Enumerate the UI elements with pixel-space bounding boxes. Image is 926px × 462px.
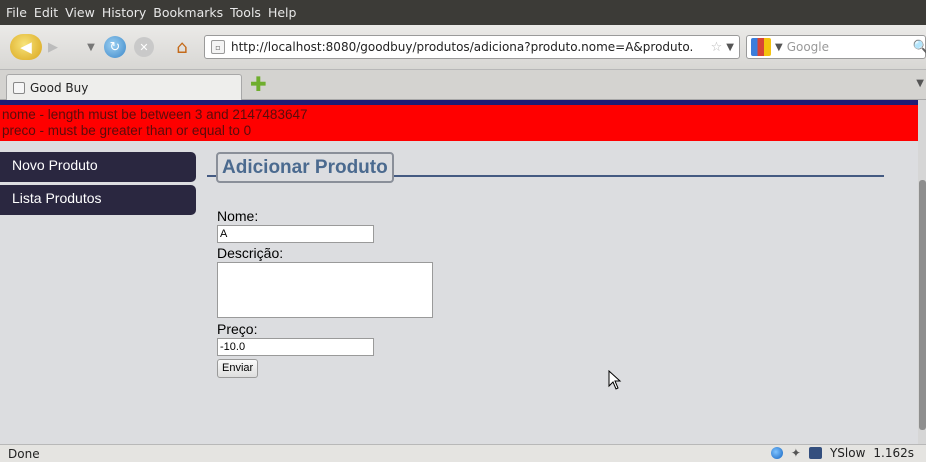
search-input[interactable]: Google [787,40,829,54]
yslow-icon[interactable] [808,447,822,459]
address-bar[interactable]: ▫ http://localhost:8080/goodbuy/produtos… [204,35,740,59]
status-text: Done [8,446,40,461]
new-tab-button[interactable]: ✚ [250,74,270,94]
menu-bookmarks[interactable]: Bookmarks [153,5,223,20]
status-bar: Done ✦ YSlow 1.162s [0,444,926,462]
load-time: 1.162s [873,446,914,460]
preco-label: Preço: [217,321,258,337]
search-icon[interactable]: 🔍 [913,40,926,55]
error-preco: preco - must be greater than or equal to… [2,123,252,138]
sidebar-menu: Novo Produto Lista Produtos [0,152,196,218]
back-arrow-icon: ◀ [20,38,32,56]
stop-icon: ✕ [139,40,149,54]
preco-input[interactable]: -10.0 [217,338,374,356]
search-engine-icon[interactable] [751,38,771,56]
home-button[interactable]: ⌂ [170,35,194,59]
history-dropdown-button[interactable]: ▼ [84,35,98,59]
browser-window: File Edit View History Bookmarks Tools H… [0,0,926,462]
url-text[interactable]: http://localhost:8080/goodbuy/produtos/a… [231,40,711,54]
menu-view[interactable]: View [65,5,95,20]
tab-list-chevron-icon[interactable]: ▼ [916,78,924,89]
error-nome: nome - length must be between 3 and 2147… [2,107,308,122]
addon-globe-icon[interactable] [770,447,783,459]
forward-button[interactable]: ▶ [42,35,64,59]
navigation-toolbar: ◀ ▶ ▼ ↻ ✕ ⌂ ▫ http://localhost:8080/good… [0,25,926,70]
descricao-label: Descrição: [217,245,284,261]
menu-file[interactable]: File [6,5,27,20]
url-history-chevron-icon[interactable]: ▼ [726,42,734,53]
menu-history[interactable]: History [102,5,146,20]
nome-label: Nome: [217,208,259,224]
sidebar-item-lista-produtos[interactable]: Lista Produtos [0,185,196,215]
nome-input[interactable]: A [217,225,374,243]
addon-tools-icon[interactable]: ✦ [791,446,801,460]
search-engine-chevron-icon[interactable]: ▼ [775,42,783,53]
descricao-textarea[interactable] [217,262,433,318]
forward-arrow-icon: ▶ [48,39,58,55]
reload-button[interactable]: ↻ [104,36,126,58]
stop-button[interactable]: ✕ [134,37,154,57]
menu-tools[interactable]: Tools [230,5,261,20]
reload-icon: ↻ [109,39,121,55]
tab-title: Good Buy [30,80,89,95]
product-form: Nome: A Descrição: Preço: -10.0 Enviar [217,208,433,378]
home-icon: ⌂ [176,36,188,58]
page-viewport: nome - length must be between 3 and 2147… [0,100,918,444]
search-box[interactable]: ▼ Google 🔍 [746,35,926,59]
enviar-button[interactable]: Enviar [217,359,259,378]
form-legend: Adicionar Produto [216,152,394,183]
menu-edit[interactable]: Edit [34,5,58,20]
chevron-down-icon: ▼ [87,41,95,53]
error-messages: nome - length must be between 3 and 2147… [0,105,918,141]
scrollbar-thumb[interactable] [919,180,926,430]
page-favicon-icon [13,81,25,94]
site-identity-icon[interactable]: ▫ [211,40,225,54]
mouse-pointer-icon [608,370,622,390]
bookmark-star-icon[interactable]: ☆ [711,40,723,55]
menu-help[interactable]: Help [268,5,297,20]
status-addons: ✦ YSlow 1.162s [770,446,914,460]
menu-bar: File Edit View History Bookmarks Tools H… [0,0,926,25]
tab-good-buy[interactable]: Good Buy [6,74,242,100]
back-button[interactable]: ◀ [10,34,42,60]
vertical-scrollbar[interactable] [918,100,926,444]
yslow-label[interactable]: YSlow [830,446,865,460]
sidebar-item-novo-produto[interactable]: Novo Produto [0,152,196,182]
tab-bar: Good Buy ✚ ▼ [0,70,926,100]
